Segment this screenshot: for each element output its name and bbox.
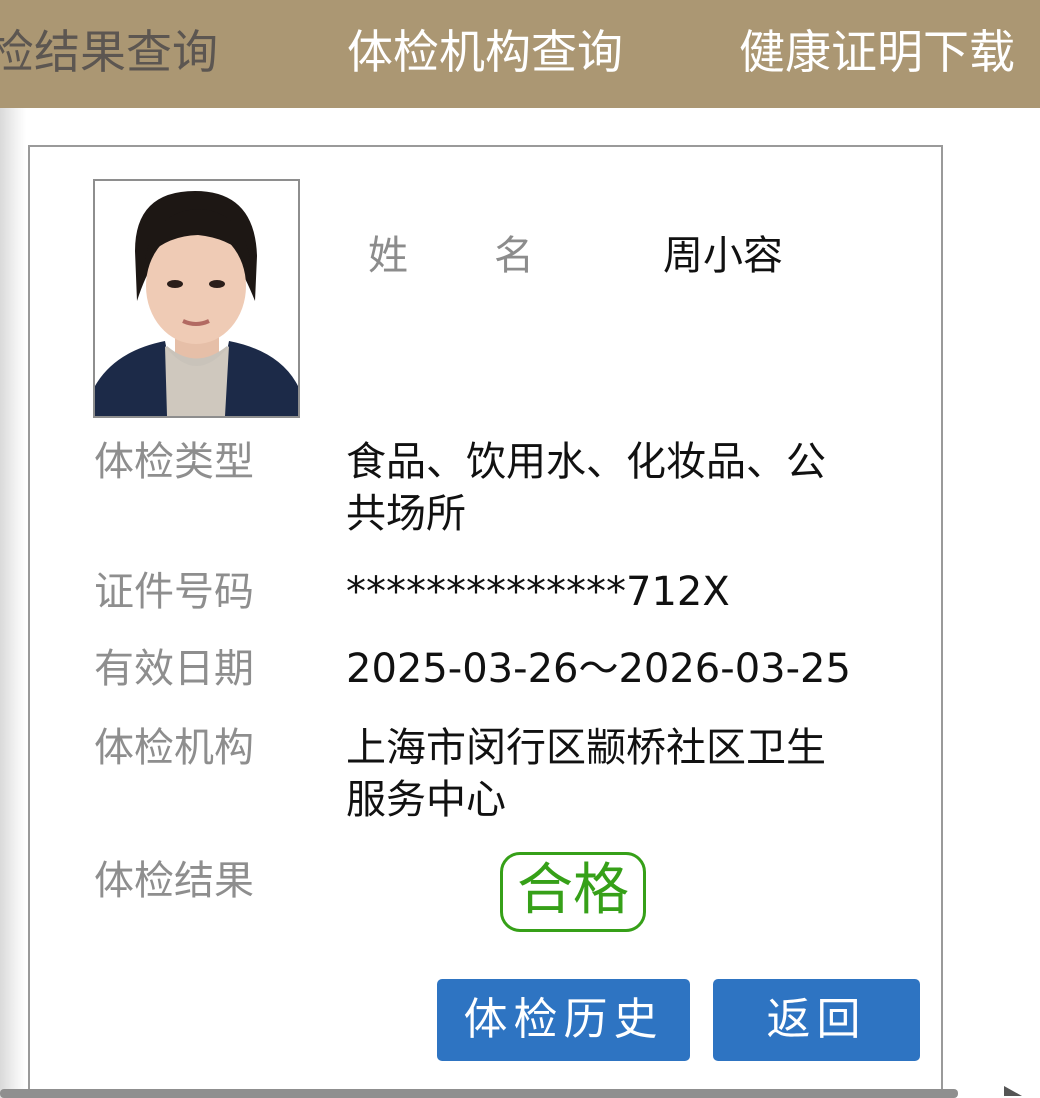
page-edge-shadow bbox=[0, 108, 26, 1098]
name-label-second-char: 名 bbox=[494, 233, 534, 279]
tab-health-certificate-download[interactable]: 健康证明下载 bbox=[739, 22, 1015, 82]
top-nav: 检结果查询 体检机构查询 健康证明下载 bbox=[0, 0, 1040, 108]
result-label: 体检结果 bbox=[94, 858, 254, 904]
institution-label: 体检机构 bbox=[94, 725, 254, 771]
page: 检结果查询 体检机构查询 健康证明下载 姓 名 周小容 体检类型 食品、饮用水、… bbox=[0, 0, 1040, 1098]
tab-exam-result-query[interactable]: 检结果查询 bbox=[0, 22, 218, 82]
scroll-right-icon[interactable] bbox=[1004, 1086, 1022, 1096]
horizontal-scrollbar[interactable] bbox=[0, 1089, 958, 1098]
tab-exam-institution-query[interactable]: 体检机构查询 bbox=[347, 22, 623, 82]
validity-label: 有效日期 bbox=[94, 646, 254, 692]
validity-value: 2025-03-26～2026-03-25 bbox=[346, 646, 851, 692]
exam-type-value: 食品、饮用水、化妆品、公共场所 bbox=[346, 439, 826, 537]
back-button[interactable]: 返回 bbox=[713, 979, 920, 1061]
person-name: 周小容 bbox=[663, 233, 783, 279]
exam-history-button[interactable]: 体检历史 bbox=[437, 979, 690, 1061]
pass-stamp: 合格 bbox=[500, 852, 646, 932]
exam-type-label: 体检类型 bbox=[94, 439, 254, 485]
id-number-label: 证件号码 bbox=[94, 569, 254, 615]
institution-value: 上海市闵行区颛桥社区卫生服务中心 bbox=[346, 725, 826, 823]
id-number-value: **************712X bbox=[346, 569, 730, 615]
avatar bbox=[93, 179, 300, 418]
person-photo-icon bbox=[95, 181, 298, 416]
name-label-first-char: 姓 bbox=[368, 233, 408, 279]
